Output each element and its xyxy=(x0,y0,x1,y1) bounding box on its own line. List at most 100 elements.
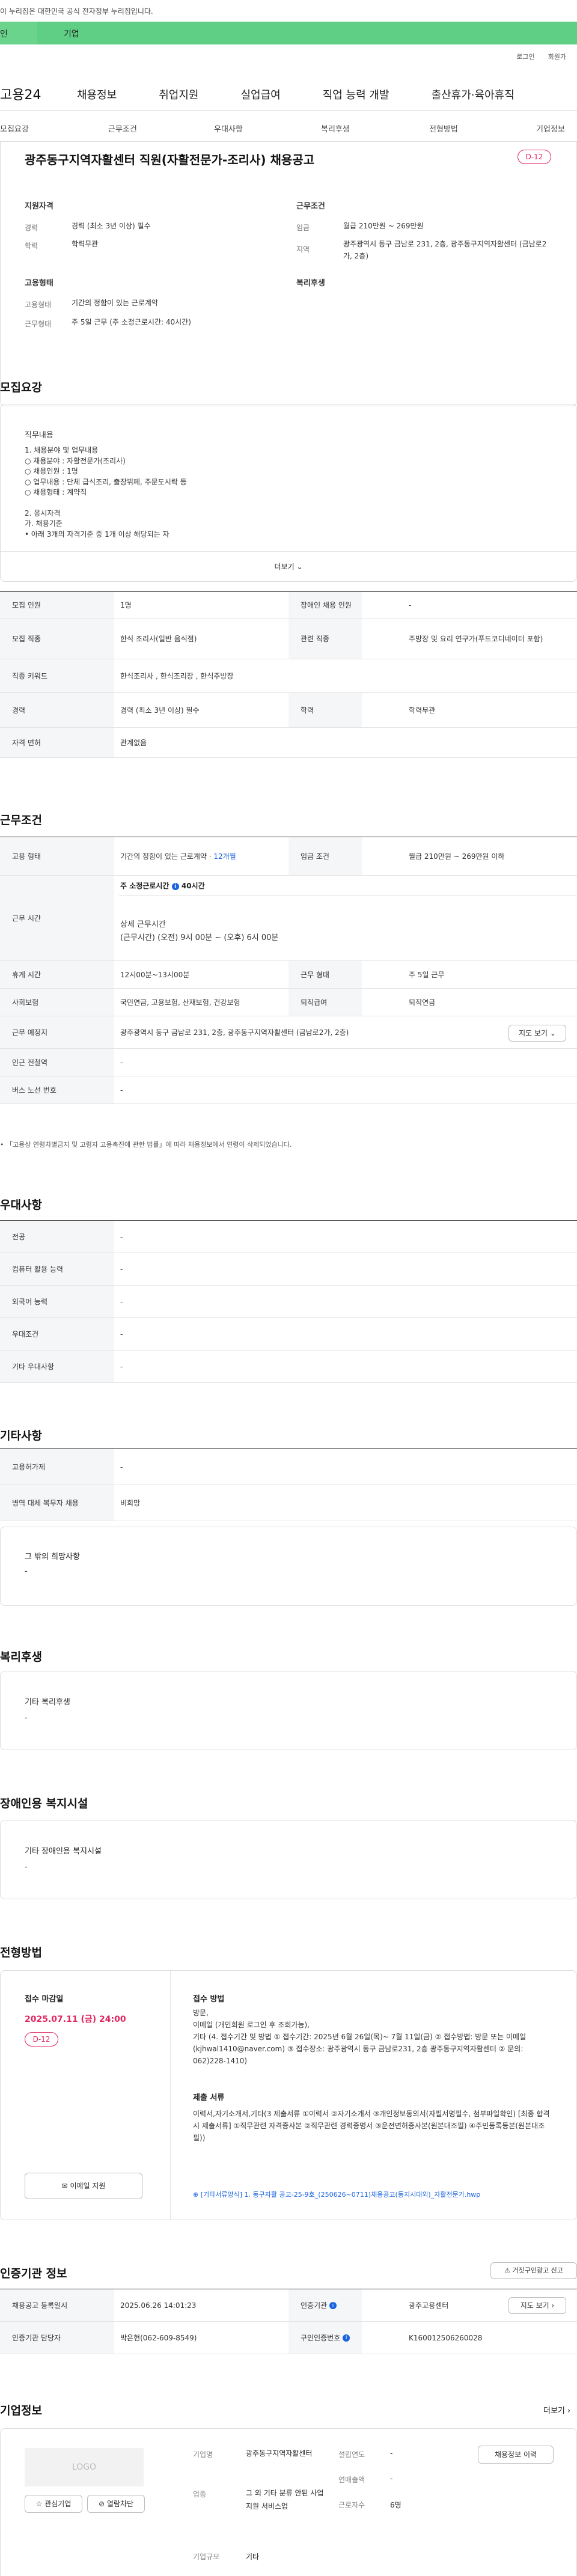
preference-table: 전공 - 컴퓨터 활용 능력 - 외국어 능력 - 우대조건 - 기타 우대사항… xyxy=(0,1220,577,1383)
gnb-item[interactable]: 채용정보 xyxy=(77,87,117,102)
table-cell: - xyxy=(120,1298,123,1306)
table-row: 모집 직종 한식 조리사(일반 음식점) 관련 직종 주방장 및 요리 연구가(… xyxy=(0,618,577,659)
sales-label: 연매출액 xyxy=(338,2476,365,2484)
cert-map-button[interactable]: 지도 보기 › xyxy=(508,2297,566,2314)
info-icon[interactable]: i xyxy=(343,2334,350,2342)
tab-screening[interactable]: 전형방법 xyxy=(429,123,458,134)
gnb-menu: 채용정보 취업지원 실업급여 직업 능력 개발 출산휴가·육아휴직 xyxy=(77,87,557,102)
table-head: 병역 대체 복무자 채용 xyxy=(0,1485,114,1521)
report-fake-ad-button[interactable]: ⚠ 거짓구인광고 신고 xyxy=(490,2262,577,2279)
table-head: 경력 xyxy=(0,693,114,727)
qual-heading: 지원자격 xyxy=(25,202,53,211)
table-row: 채용공고 등록일시 2025.06.26 14:01:23 인증기관 i 광주고… xyxy=(0,2289,577,2322)
table-cell: 광주고용센터 xyxy=(409,2301,449,2310)
welfare-section-title: 복리후생 xyxy=(0,1650,42,1664)
emp-months: 12개월 xyxy=(213,852,236,861)
table-head: 임금 조건 xyxy=(288,837,362,875)
deadline-value: 2025.07.11 (금) 24:00 xyxy=(25,2015,126,2024)
gov-bar-tab[interactable]: 기업 xyxy=(37,22,577,44)
welfare-box-title: 기타 복리후생 xyxy=(25,1698,70,1707)
map-button-label: 지도 보기 xyxy=(519,1029,548,1037)
tab-conditions[interactable]: 근무조건 xyxy=(108,123,137,134)
job-history-button[interactable]: 채용정보 이력 xyxy=(478,2446,554,2464)
gnb-item[interactable]: 출산휴가·육아휴직 xyxy=(432,87,514,102)
favorite-company-button[interactable]: ☆ 관심기업 xyxy=(25,2495,82,2513)
table-cell: - xyxy=(120,1463,123,1471)
site-logo[interactable]: 고용24 xyxy=(0,84,41,103)
career-label: 경력 xyxy=(25,224,38,232)
info-icon[interactable]: i xyxy=(329,2301,337,2309)
table-cell: - xyxy=(409,601,412,609)
table-cell: 월급 210만원 ~ 269만원 이하 xyxy=(409,852,505,861)
table-head: 직종 키워드 xyxy=(0,659,114,692)
info-icon[interactable]: i xyxy=(171,882,179,890)
attachment-name: [기타서류양식] 1. 동구자활 공고-25-9호_(250626~0711)채… xyxy=(200,2191,481,2199)
apply-label: 이메일 지원 xyxy=(70,2182,106,2190)
table-head: 기타 우대사항 xyxy=(0,1351,114,1382)
gnb-item[interactable]: 직업 능력 개발 xyxy=(323,87,389,102)
conditions-section-title: 근무조건 xyxy=(0,814,42,827)
cert-table: 채용공고 등록일시 2025.06.26 14:01:23 인증기관 i 광주고… xyxy=(0,2289,577,2354)
map-button[interactable]: 지도 보기 ⌄ xyxy=(508,1025,566,1042)
table-row: 병역 대체 복무자 채용 비희망 xyxy=(0,1485,577,1521)
block-view-button[interactable]: ⊘ 열람차단 xyxy=(87,2495,145,2513)
more-label: 더보기 xyxy=(274,563,295,571)
content-line: ○ 채용인원 : 1명 xyxy=(25,467,78,475)
join-link[interactable]: 회원가 xyxy=(548,52,566,61)
gnb-item[interactable]: 취업지원 xyxy=(159,87,198,102)
attachment-link[interactable]: ⊕ [기타서류양식] 1. 동구자활 공고-25-9호_(250626~0711… xyxy=(193,2190,566,2199)
company-logo: LOGO xyxy=(25,2448,144,2486)
etc-table: 고용허가제 - 병역 대체 복무자 채용 비희망 xyxy=(0,1448,577,1521)
table-row: 외국어 능력 - xyxy=(0,1286,577,1318)
table-cell: 한식 조리사(일반 음식점) xyxy=(120,635,197,643)
other-wishes-box: 그 밖의 희망사항 - xyxy=(0,1527,577,1606)
table-cell: 2025.06.26 14:01:23 xyxy=(120,2301,197,2310)
table-row: 기타 우대사항 - xyxy=(0,1351,577,1383)
company-size-label: 기업규모 xyxy=(193,2553,220,2561)
company-more-link[interactable]: 더보기 › xyxy=(543,2404,570,2416)
chevron-down-icon: ⌄ xyxy=(549,1029,556,1037)
table-head: 전공 xyxy=(0,1221,114,1253)
mail-icon: ✉ xyxy=(61,2182,68,2190)
career-value: 경력 (최소 3년 이상) 필수 xyxy=(72,222,151,230)
gnb-item[interactable]: 실업급여 xyxy=(241,87,281,102)
table-cell: 비희망 xyxy=(120,1499,141,1507)
tab-company[interactable]: 기업정보 xyxy=(536,123,565,134)
content-line: 1. 채용분야 및 업무내용 xyxy=(25,446,99,454)
table-head: 관련 직종 xyxy=(288,618,362,659)
more-button[interactable]: 더보기 ⌄ xyxy=(1,551,576,581)
table-head: 외국어 능력 xyxy=(0,1286,114,1317)
disabled-box-value: - xyxy=(25,1863,28,1872)
table-cell: 광주광역시 동구 금남로 231, 2층, 광주동구지역자활센터 (금남로2가,… xyxy=(120,1028,349,1037)
etc-section-title: 기타사항 xyxy=(0,1429,42,1442)
disabled-section-title: 장애인용 복지시설 xyxy=(0,1797,88,1810)
job-content-text: 1. 채용분야 및 업무내용 ○ 채용분야 : 자활전문가(조리사) ○ 채용인… xyxy=(25,445,187,540)
hours-value: 40시간 xyxy=(181,882,205,890)
job-summary-card: 광주동구지역자활센터 직원(자활전문가-조리사) 채용공고 D-12 지원자격 … xyxy=(0,142,577,406)
founded-label: 설립연도 xyxy=(338,2450,365,2459)
global-nav: 고용24 채용정보 취업지원 실업급여 직업 능력 개발 출산휴가·육아휴직 xyxy=(0,75,577,111)
industry-value: 그 외 기타 분류 안된 사업지원 서비스업 xyxy=(246,2489,324,2510)
table-head: 우대조건 xyxy=(0,1318,114,1350)
tab-recruit[interactable]: 모집요강 xyxy=(0,123,29,134)
wage-label: 임금 xyxy=(296,224,310,232)
table-head: 모집 직종 xyxy=(0,618,114,659)
email-apply-button[interactable]: ✉ 이메일 지원 xyxy=(25,2173,142,2199)
disabled-box-title: 기타 장애인용 복지시설 xyxy=(25,1847,102,1856)
cond-heading: 근무조건 xyxy=(296,202,325,211)
employees-label: 근로자수 xyxy=(338,2501,365,2509)
table-head: 인증기관 담당자 xyxy=(0,2322,114,2354)
table-head: 고용 형태 xyxy=(0,837,114,875)
table-cell: - xyxy=(120,1058,123,1067)
gov-bar: 인 기업 xyxy=(0,22,577,44)
industry-label: 업종 xyxy=(193,2490,207,2498)
table-row: 휴게 시간 12시00분~13시00분 근무 형태 주 5일 근무 xyxy=(0,961,577,989)
tab-preference[interactable]: 우대사항 xyxy=(214,123,243,134)
hours-label: 주 소정근로시간 xyxy=(120,882,169,890)
table-cell: 경력 (최소 3년 이상) 필수 xyxy=(120,706,200,715)
welfare-heading: 복리후생 xyxy=(296,279,325,288)
job-content-box: 직무내용 1. 채용분야 및 업무내용 ○ 채용분야 : 자활전문가(조리사) … xyxy=(0,404,577,582)
tab-welfare[interactable]: 복리후생 xyxy=(321,123,350,134)
login-link[interactable]: 로그인 xyxy=(516,52,534,61)
recruit-table: 모집 인원 1명 장애인 채용 인원 - 모집 직종 한식 조리사(일반 음식점… xyxy=(0,591,577,772)
